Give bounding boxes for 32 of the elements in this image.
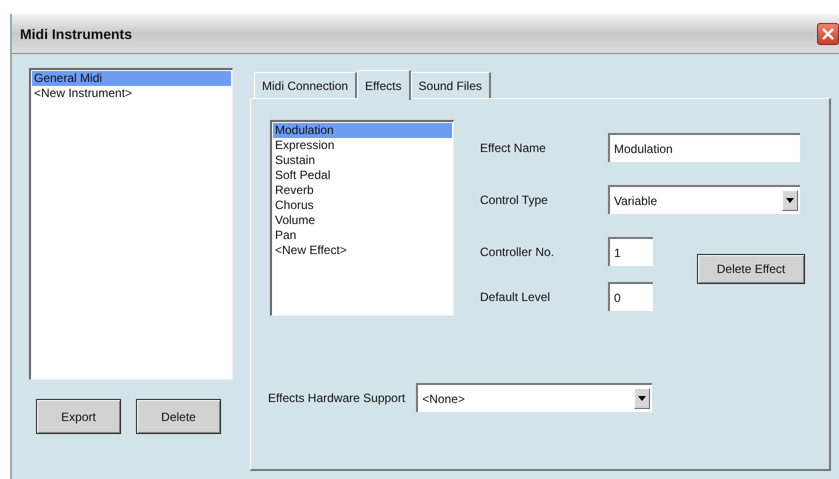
tab[interactable]: Sound Files — [410, 72, 491, 98]
controller-number-field[interactable]: 1 — [608, 237, 653, 266]
control-type-dropdown[interactable]: Variable — [608, 185, 800, 214]
list-item[interactable]: Sustain — [273, 153, 452, 168]
close-icon — [821, 26, 835, 40]
list-item[interactable]: <New Effect> — [273, 243, 452, 258]
field-label: Controller No. — [480, 244, 556, 258]
field-label: Control Type — [480, 192, 549, 206]
tab[interactable]: Midi Connection — [254, 72, 358, 98]
hardware-support-dropdown[interactable]: <None> — [416, 383, 652, 412]
field-label: Effects Hardware Support — [268, 390, 406, 404]
window-title: Midi Instruments — [20, 26, 132, 42]
close-button[interactable] — [817, 22, 839, 44]
dropdown-arrow-icon — [638, 396, 646, 401]
list-item[interactable]: Volume — [273, 213, 452, 228]
list-item[interactable]: General Midi — [32, 71, 231, 86]
effect-name-field[interactable]: Modulation — [608, 133, 800, 162]
action-button[interactable]: Export — [36, 399, 121, 434]
delete-effect-button[interactable]: Delete Effect — [697, 254, 805, 284]
tab[interactable]: Effects — [357, 70, 411, 100]
list-item[interactable]: <New Instrument> — [32, 86, 231, 101]
field-label: Effect Name — [480, 140, 547, 154]
list-item[interactable]: Modulation — [273, 123, 452, 138]
list-item[interactable]: Soft Pedal — [273, 168, 452, 183]
default-level-field[interactable]: 0 — [608, 282, 653, 311]
list-item[interactable]: Chorus — [273, 198, 452, 213]
dropdown-arrow-icon — [786, 198, 794, 203]
field-label: Default Level — [480, 290, 552, 304]
list-item[interactable]: Expression — [273, 138, 452, 153]
list-item[interactable]: Reverb — [273, 183, 452, 198]
list-item[interactable]: Pan — [273, 228, 452, 243]
action-button[interactable]: Delete — [136, 399, 221, 434]
